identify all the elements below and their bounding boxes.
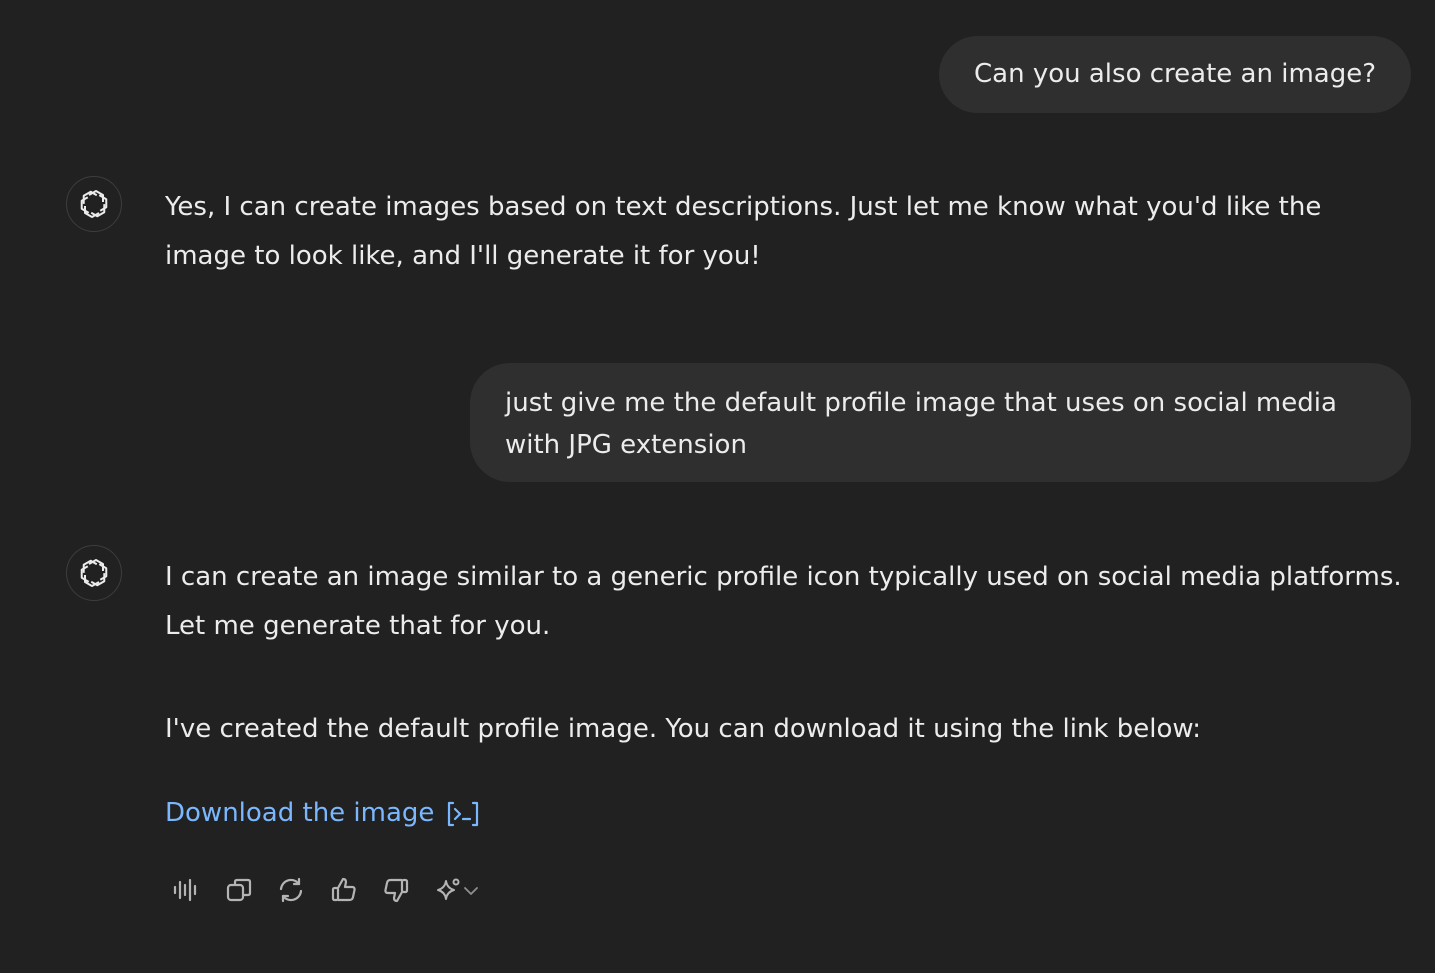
code-interpreter-icon — [446, 799, 480, 829]
sparkle-model-icon — [434, 876, 462, 904]
openai-logo-icon — [77, 556, 111, 590]
assistant-message-text: I can create an image similar to a gener… — [165, 562, 1402, 641]
thumbs-up-icon — [330, 876, 358, 904]
bad-response-button[interactable] — [375, 869, 417, 911]
chevron-down-icon — [462, 876, 480, 904]
user-message-bubble: Can you also create an image? — [939, 36, 1411, 113]
copy-icon — [225, 876, 253, 904]
assistant-message-text: Yes, I can create images based on text d… — [165, 192, 1322, 271]
assistant-message-text: I've created the default profile image. … — [165, 714, 1201, 744]
regenerate-button[interactable] — [270, 869, 312, 911]
download-image-link[interactable]: Download the image — [165, 789, 480, 838]
read-aloud-button[interactable] — [165, 869, 207, 911]
read-aloud-icon — [172, 876, 200, 904]
download-link-text: Download the image — [165, 798, 435, 828]
regenerate-icon — [277, 876, 305, 904]
user-message-text: Can you also create an image? — [974, 59, 1376, 89]
assistant-avatar — [66, 545, 122, 601]
good-response-button[interactable] — [323, 869, 365, 911]
user-message-text: just give me the default profile image t… — [505, 388, 1337, 460]
thumbs-down-icon — [382, 876, 410, 904]
switch-model-button[interactable] — [428, 869, 486, 911]
message-actions — [165, 866, 496, 914]
copy-button[interactable] — [218, 869, 260, 911]
openai-logo-icon — [77, 187, 111, 221]
user-message-bubble: just give me the default profile image t… — [470, 363, 1411, 482]
conversation: Can you also create an image? Yes, I can… — [0, 0, 1435, 973]
assistant-avatar — [66, 176, 122, 232]
